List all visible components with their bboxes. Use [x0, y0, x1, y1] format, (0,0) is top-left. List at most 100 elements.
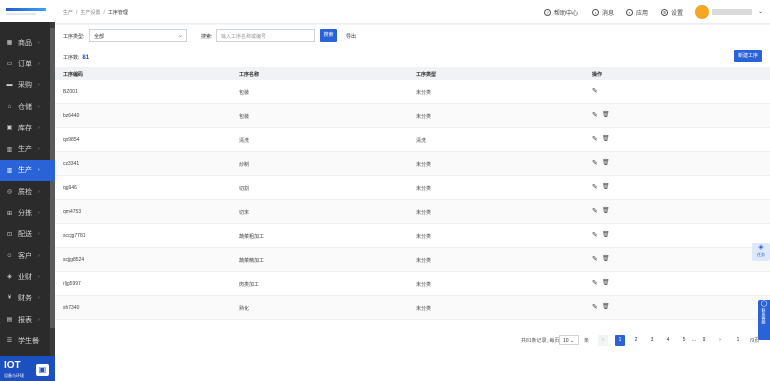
logo-mark — [6, 8, 46, 11]
help-icon: ? — [544, 9, 551, 16]
chevron-right-icon: › — [38, 124, 40, 131]
chevron-right-icon: › — [38, 82, 40, 89]
page-jump-input[interactable]: 1 — [733, 335, 743, 346]
page-button[interactable]: 1 — [615, 335, 625, 346]
delete-icon[interactable]: 🗑 — [602, 207, 610, 214]
cell-type: 清洗 — [416, 138, 427, 144]
sidebar-item-student-meal[interactable]: ☰ 学生餐 › — [0, 330, 55, 351]
help-center-link[interactable]: ? 帮助中心 — [544, 8, 578, 17]
page-button[interactable]: 5 — [679, 335, 689, 346]
edit-icon[interactable]: ✎ — [592, 255, 598, 263]
edit-icon[interactable]: ✎ — [592, 303, 598, 311]
sidebar-item-finance[interactable]: ¥ 财务 › — [0, 288, 55, 309]
edit-icon[interactable]: ✎ — [592, 135, 598, 143]
delete-icon[interactable]: 🗑 — [602, 135, 610, 142]
sidebar-item-label: 仓储 — [18, 103, 32, 111]
cell-name: 蔬菜精加工 — [239, 258, 265, 264]
chevron-down-icon[interactable]: ⌄ — [758, 8, 763, 15]
page-button[interactable]: 3 — [647, 335, 657, 346]
check-icon: ◎ — [6, 189, 13, 196]
new-process-button[interactable]: 新建工序 — [734, 50, 762, 62]
gear-icon: ✲ — [661, 9, 668, 16]
delete-icon[interactable]: 🗑 — [602, 303, 610, 310]
sidebar-item-business-finance[interactable]: ◈ 业财 › — [0, 266, 55, 287]
chevron-right-icon: › — [38, 188, 40, 195]
delete-icon[interactable]: 🗑 — [602, 111, 610, 118]
table-row: sccjg7781 蔬菜粗加工 未分类 ✎ 🗑 — [55, 224, 770, 248]
sidebar-item-goods[interactable]: ▦ 商品 › — [0, 32, 55, 53]
delete-icon[interactable]: 🗑 — [602, 279, 610, 286]
avatar[interactable] — [695, 5, 709, 19]
table-row: qm4753 切末 未分类 ✎ 🗑 — [55, 200, 770, 224]
chevron-right-icon: › — [38, 103, 40, 110]
cell-code: sh7340 — [63, 305, 80, 311]
cell-code: sccjg7781 — [63, 233, 86, 239]
page-button[interactable]: 9 — [699, 335, 709, 346]
cell-code: rljg5997 — [63, 281, 81, 287]
breadcrumb-item[interactable]: 生产 — [63, 10, 73, 16]
truck-icon: ▬ — [6, 82, 13, 89]
type-select[interactable]: 全部 ⌄ — [89, 29, 187, 42]
delete-icon[interactable]: 🗑 — [602, 231, 610, 238]
task-float-button[interactable]: ◈ 任务 — [752, 243, 770, 261]
sidebar-item-orders[interactable]: ▭ 订单 › — [0, 53, 55, 74]
app-logo[interactable] — [0, 0, 55, 22]
edit-icon[interactable]: ✎ — [592, 207, 598, 215]
prev-page-button[interactable]: ‹ — [598, 335, 608, 346]
edit-icon[interactable]: ✎ — [592, 111, 598, 119]
sidebar-item-production[interactable]: ▥ 生产 › — [0, 138, 55, 159]
search-button[interactable]: 搜索 — [320, 29, 337, 42]
cell-code: scjjg8524 — [63, 257, 85, 263]
meal-icon: ☰ — [6, 338, 13, 345]
edit-icon[interactable]: ✎ — [592, 231, 598, 239]
delete-icon[interactable]: 🗑 — [602, 183, 610, 190]
sidebar-item-quality[interactable]: ◎ 质检 › — [0, 181, 55, 202]
sidebar-item-customers[interactable]: ☺ 客户 › — [0, 245, 55, 266]
page-button[interactable]: 2 — [631, 335, 641, 346]
delete-icon[interactable]: 🗑 — [602, 255, 610, 262]
sidebar-item-reports[interactable]: ▤ 报表 › — [0, 309, 55, 330]
delete-icon[interactable]: 🗑 — [602, 159, 610, 166]
settings-label: 设置 — [671, 11, 684, 17]
split-icon: ⊞ — [6, 210, 13, 217]
apps-link[interactable]: ▪ 应用 — [626, 8, 648, 17]
search-input[interactable]: 输入工序名称或编号 — [216, 29, 315, 42]
user-name-redacted[interactable] — [712, 9, 752, 15]
edit-icon[interactable]: ✎ — [592, 87, 598, 95]
export-button[interactable]: 导出 — [346, 33, 356, 40]
settings-link[interactable]: ✲ 设置 — [661, 8, 683, 17]
edit-icon[interactable]: ✎ — [592, 279, 598, 287]
finance-icon: ◈ — [7, 274, 12, 281]
sidebar-item-label: 客户 — [18, 252, 32, 260]
page-button[interactable]: 4 — [663, 335, 673, 346]
sidebar-item-delivery[interactable]: ⊡ 配送 › — [0, 224, 55, 245]
cell-type: 未分类 — [416, 306, 432, 312]
money-icon: ¥ — [7, 295, 12, 302]
next-page-button[interactable]: › — [715, 335, 725, 346]
chevron-right-icon: › — [38, 337, 40, 344]
sidebar-item-label: 业财 — [18, 273, 32, 281]
iot-banner[interactable]: IOT 设备与环境 ▣ — [0, 356, 55, 381]
sidebar-item-inventory[interactable]: ▣ 库存 › — [0, 117, 55, 138]
edit-icon[interactable]: ✎ — [592, 159, 598, 167]
chevron-down-icon: ⌄ — [177, 33, 183, 39]
breadcrumb-item[interactable]: 生产设置 — [80, 10, 100, 16]
layers-icon: ◈ — [758, 244, 764, 251]
sidebar-item-sorting[interactable]: ⊞ 分拣 › — [0, 202, 55, 223]
table-row: bz6440 包装 未分类 ✎ 🗑 — [55, 104, 770, 128]
messages-link[interactable]: • 消息 — [592, 8, 614, 17]
sidebar-item-purchase[interactable]: ▬ 采购 › — [0, 75, 55, 96]
apps-icon: ▪ — [626, 9, 633, 16]
table-header: 工序编码 工序名称 工序类型 操作 — [55, 67, 770, 80]
page-size-select[interactable]: 10 ⌄ — [559, 335, 579, 345]
cell-name: 蔬菜粗加工 — [239, 234, 265, 240]
breadcrumb: 生产 / 生产设置 / 工序管理 — [63, 10, 128, 16]
page-ellipsis: ... — [691, 337, 697, 343]
process-count: 工序数: 81 — [63, 54, 89, 61]
sidebar-item-label: 配送 — [18, 231, 32, 239]
sidebar-item-storage[interactable]: ⌂ 仓储 › — [0, 96, 55, 117]
contact-service-button[interactable]: ◯ 联系客服 — [758, 300, 770, 340]
edit-icon[interactable]: ✎ — [592, 183, 598, 191]
sidebar-item-production-active[interactable]: ▥ 生产 › — [0, 159, 55, 182]
cell-name: 肉类加工 — [239, 282, 260, 288]
